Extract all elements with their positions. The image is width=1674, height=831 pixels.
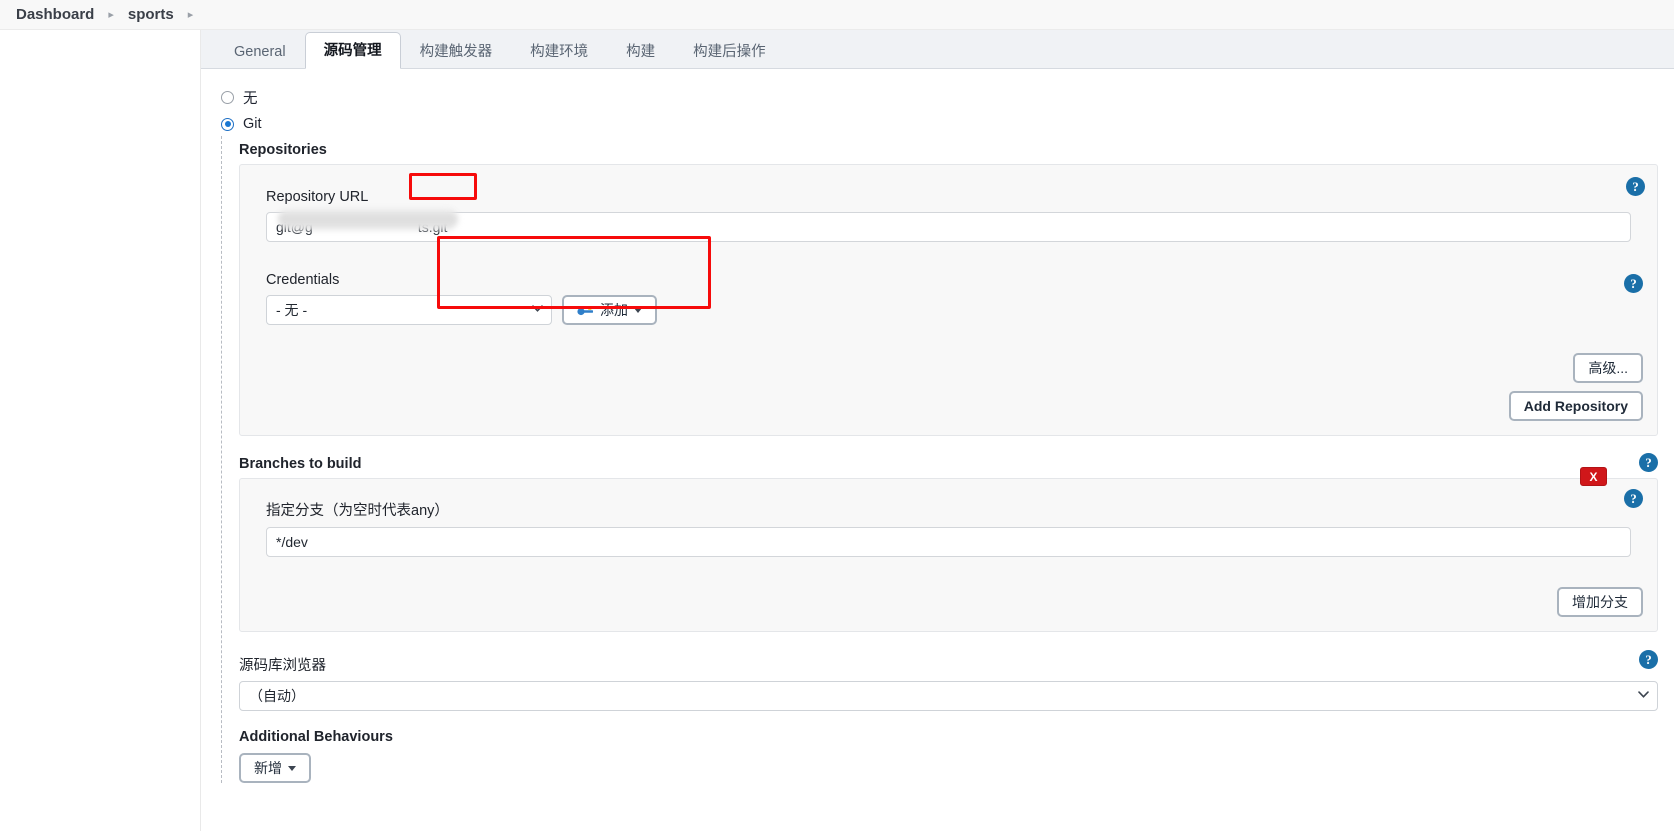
branch-actions: 增加分支 xyxy=(254,587,1643,617)
scm-option-none-label: 无 xyxy=(243,91,258,107)
branch-specifier-input[interactable] xyxy=(266,527,1631,557)
caret-down-icon-add-credentials xyxy=(634,307,642,313)
repo-browser-select[interactable]: （自动） xyxy=(239,681,1658,711)
add-credentials-button[interactable]: 添加 xyxy=(562,295,657,325)
repositories-section-label: Repositories xyxy=(239,142,327,158)
radio-git[interactable] xyxy=(221,117,234,131)
credentials-select-wrap: - 无 - xyxy=(266,295,552,325)
scm-option-git-label: Git xyxy=(243,116,262,132)
branches-section-label: Branches to build xyxy=(239,456,362,472)
branch-specifier-group: 指定分支（为空时代表any） xyxy=(254,489,1643,571)
scm-option-none[interactable]: 无 xyxy=(201,83,258,112)
help-icon-branches[interactable]: ? xyxy=(1639,453,1658,472)
branches-section-label-row: Branches to build ? xyxy=(239,450,1674,478)
repository-url-group: Repository URL xyxy=(254,179,1643,256)
scm-option-git[interactable]: Git xyxy=(201,112,262,136)
credentials-select[interactable]: - 无 - xyxy=(266,295,552,325)
delete-branch-button[interactable]: X xyxy=(1580,467,1607,486)
breadcrumb-item-dashboard[interactable]: Dashboard xyxy=(10,6,100,23)
add-behaviour-button[interactable]: 新增 xyxy=(239,753,311,783)
breadcrumb-item-sports[interactable]: sports xyxy=(122,6,180,23)
key-icon xyxy=(577,305,594,316)
repository-actions: 高级... Add Repository xyxy=(254,353,1643,421)
branches-panel: X ? 指定分支（为空时代表any） 增加分支 xyxy=(239,467,1658,632)
tab-general[interactable]: General xyxy=(215,33,305,69)
breadcrumb-separator-icon-2: ▸ xyxy=(187,9,194,21)
repo-browser-select-wrap: （自动） xyxy=(239,681,1658,711)
repo-browser-label-row: 源码库浏览器 ? xyxy=(239,648,1674,681)
add-branch-button[interactable]: 增加分支 xyxy=(1557,587,1643,617)
repositories-panel: ? Repository URL ? Credentials - 无 - xyxy=(239,164,1658,436)
caret-down-icon-add-behaviour xyxy=(288,765,296,771)
repository-url-label: Repository URL xyxy=(266,189,369,205)
scm-form: 无 Git ? ? Repositories ? Repository URL xyxy=(201,69,1674,831)
branch-specifier-label: 指定分支（为空时代表any） xyxy=(266,503,449,519)
credentials-label: Credentials xyxy=(266,272,340,288)
sidebar-rail xyxy=(0,30,201,831)
main-content: General 源码管理 构建触发器 构建环境 构建 构建后操作 无 Git ? xyxy=(201,30,1674,831)
page-body: General 源码管理 构建触发器 构建环境 构建 构建后操作 无 Git ? xyxy=(0,30,1674,831)
add-behaviour-label: 新增 xyxy=(254,760,282,776)
tab-build-triggers[interactable]: 构建触发器 xyxy=(401,33,512,69)
help-icon-credentials[interactable]: ? xyxy=(1624,274,1643,293)
help-icon-repo-browser[interactable]: ? xyxy=(1639,650,1658,669)
advanced-button[interactable]: 高级... xyxy=(1573,353,1643,383)
tab-source-code-mgmt[interactable]: 源码管理 xyxy=(304,31,401,69)
help-icon-branch-specifier[interactable]: ? xyxy=(1624,489,1643,508)
tab-post-build-actions[interactable]: 构建后操作 xyxy=(674,33,785,69)
repo-browser-label: 源码库浏览器 xyxy=(239,658,326,674)
radio-none[interactable] xyxy=(221,91,234,104)
config-tabbar: General 源码管理 构建触发器 构建环境 构建 构建后操作 xyxy=(201,30,1674,69)
credentials-row: - 无 - 添加 xyxy=(266,295,1631,325)
credentials-group: ? Credentials - 无 - 添加 xyxy=(254,256,1643,339)
breadcrumb: Dashboard ▸ sports ▸ xyxy=(0,0,1674,30)
git-config-nest: Repositories ? Repository URL ? Credenti… xyxy=(221,136,1674,783)
add-repository-button[interactable]: Add Repository xyxy=(1508,391,1643,421)
help-icon-repository-url[interactable]: ? xyxy=(1626,177,1645,196)
tab-build[interactable]: 构建 xyxy=(607,33,674,69)
tab-build-environment[interactable]: 构建环境 xyxy=(511,33,607,69)
add-credentials-label: 添加 xyxy=(600,302,628,318)
breadcrumb-separator-icon: ▸ xyxy=(108,9,114,21)
additional-behaviours-label: Additional Behaviours xyxy=(239,729,393,745)
repository-url-input[interactable] xyxy=(266,212,1631,242)
